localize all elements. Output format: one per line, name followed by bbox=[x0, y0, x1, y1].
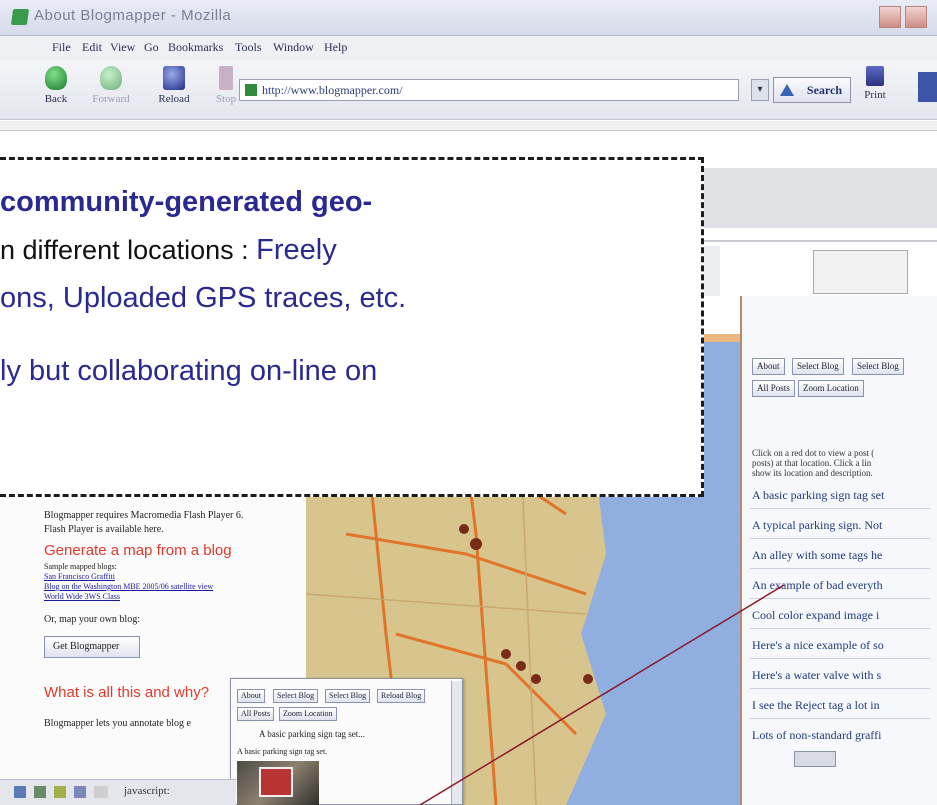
callout-line bbox=[419, 584, 785, 805]
callout-pointer bbox=[419, 584, 785, 805]
